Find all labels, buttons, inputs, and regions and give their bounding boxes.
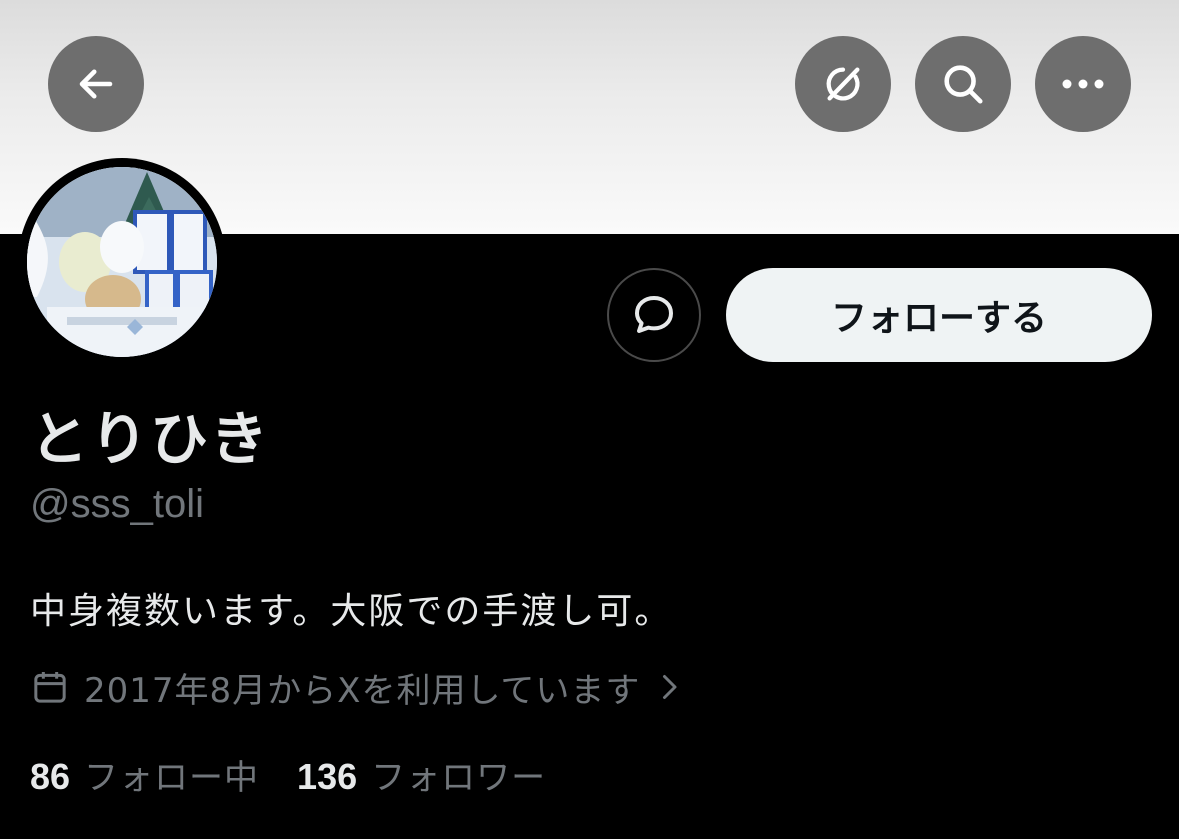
more-button[interactable] [1035,36,1131,132]
grok-icon [826,67,860,101]
display-name: とりひき [30,405,271,473]
chevron-right-icon [663,675,677,699]
arrow-left-icon [79,69,113,99]
profile-page: フォローする とりひき @sss_toli 中身複数います。大阪での手渡し可。 … [0,0,1179,839]
more-horizontal-icon [1062,79,1104,89]
join-date-row[interactable]: 2017年8月からXを利用しています [30,664,684,711]
message-bubble-icon [635,296,673,333]
follow-button[interactable]: フォローする [726,268,1152,362]
message-button[interactable] [607,268,701,362]
profile-handle: @sss_toli [30,482,204,526]
followers-count: 136 [297,756,358,797]
followers-label: フォロワー [371,758,547,798]
following-label: フォロー中 [84,758,260,798]
search-icon [944,65,983,104]
grok-button[interactable] [795,36,891,132]
back-button[interactable] [48,36,144,132]
search-button[interactable] [915,36,1011,132]
profile-bio: 中身複数います。大阪での手渡し可。 [30,591,673,632]
join-date-text: 2017年8月からXを利用しています [84,670,641,711]
following-count: 86 [30,756,71,797]
follow-stats: 86 フォロー中 136 フォロワー [30,750,546,799]
avatar-image [27,167,217,357]
followers-link[interactable]: 136 フォロワー [297,750,546,799]
avatar[interactable] [18,158,226,366]
calendar-icon [34,672,66,703]
following-link[interactable]: 86 フォロー中 [30,750,259,799]
